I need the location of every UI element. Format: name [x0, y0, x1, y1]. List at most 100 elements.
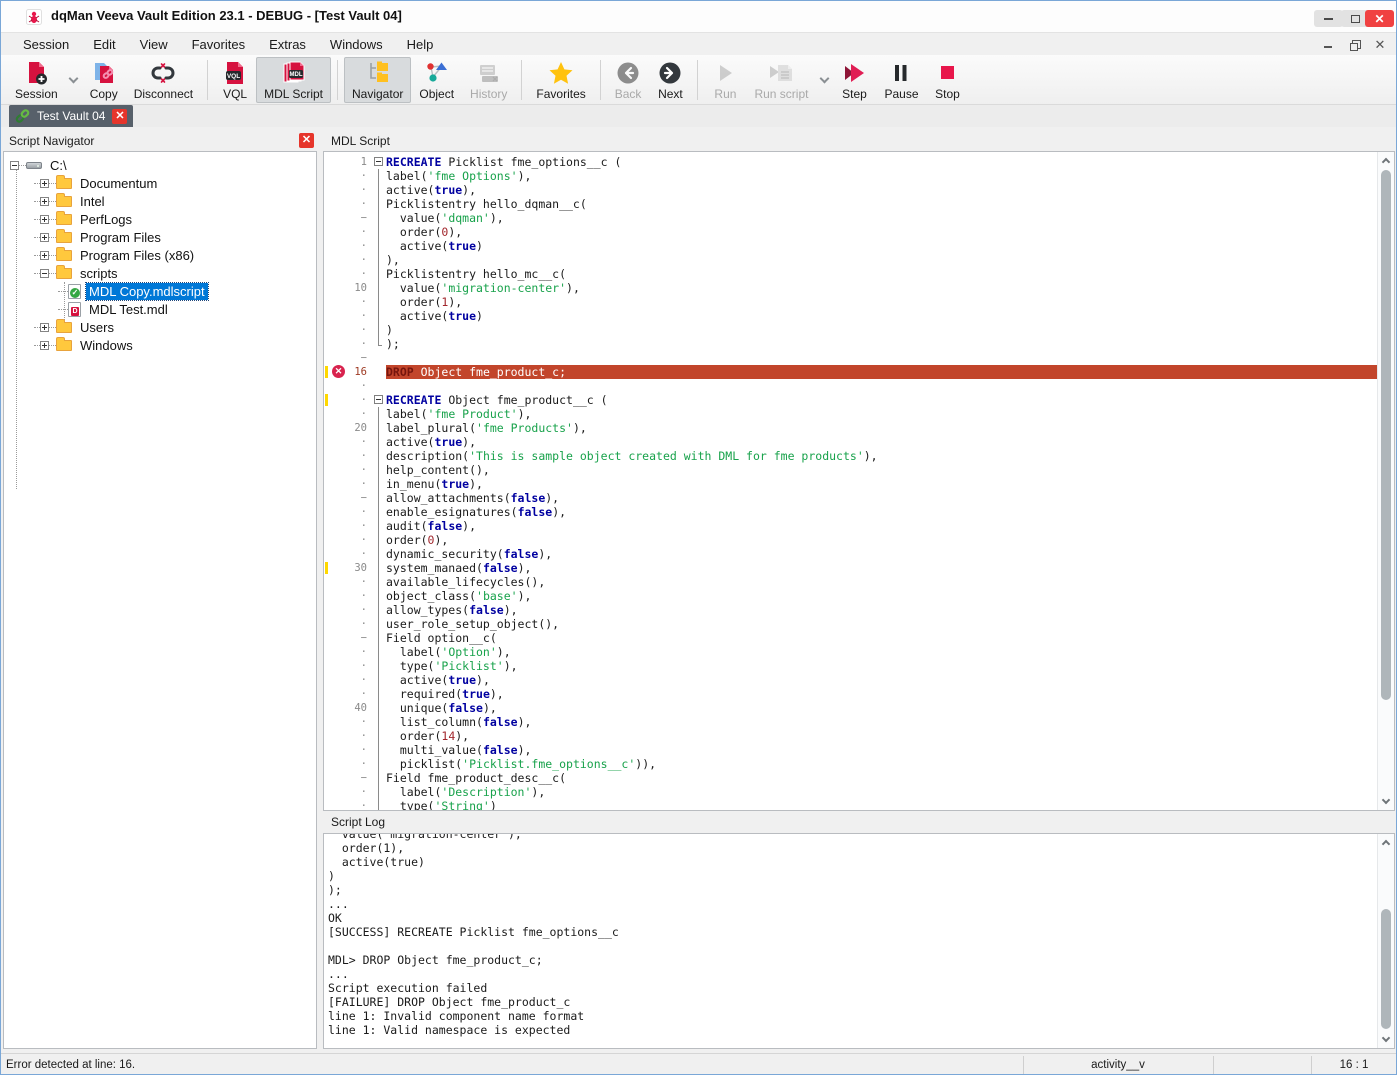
code-line[interactable]: · active(true)	[324, 239, 1377, 253]
code-line[interactable]: ·allow_types(false),	[324, 603, 1377, 617]
code-line[interactable]: · multi_value(false),	[324, 743, 1377, 757]
scroll-down-arrow[interactable]	[1378, 1032, 1394, 1047]
code-line[interactable]: ·Picklistentry hello_mc__c(	[324, 267, 1377, 281]
session-dropdown-button[interactable]	[66, 57, 82, 103]
fold-toggle[interactable]	[372, 393, 386, 407]
navigator-button[interactable]: Navigator	[344, 57, 411, 103]
tab-test-vault-04[interactable]: Test Vault 04 ✕	[9, 105, 133, 127]
code-line[interactable]: · required(true),	[324, 687, 1377, 701]
tree-item-c[interactable]: C:\	[4, 156, 316, 174]
error-code-line[interactable]: ✕16DROP Object fme_product_c;	[324, 365, 1377, 379]
object-button[interactable]: Object	[411, 57, 462, 103]
step-button[interactable]: Step	[832, 57, 876, 103]
mdi-close-button[interactable]: ✕	[1372, 37, 1388, 51]
scrollbar-thumb[interactable]	[1381, 170, 1391, 700]
expand-icon[interactable]	[40, 341, 49, 350]
log-vertical-scrollbar[interactable]	[1377, 834, 1394, 1048]
window-close-button[interactable]: ✕	[1365, 10, 1394, 27]
code-line[interactable]: ·user_role_setup_object(),	[324, 617, 1377, 631]
code-line[interactable]: · order(14),	[324, 729, 1377, 743]
window-minimize-button[interactable]	[1314, 10, 1343, 27]
code-line[interactable]: · type('String')	[324, 799, 1377, 811]
pause-button[interactable]: Pause	[876, 57, 926, 103]
expand-icon[interactable]	[40, 179, 49, 188]
script-log-panel[interactable]: value('migration-center'), order(1), act…	[323, 833, 1395, 1049]
code-line[interactable]: · type('Picklist'),	[324, 659, 1377, 673]
code-line[interactable]: 10 value('migration-center'),	[324, 281, 1377, 295]
code-line[interactable]: · active(true),	[324, 673, 1377, 687]
mdl-script-editor[interactable]: 1RECREATE Picklist fme_options__c (·labe…	[323, 151, 1395, 811]
fold-toggle[interactable]	[372, 155, 386, 169]
tree-item-program-files[interactable]: Program Files	[4, 228, 316, 246]
code-line[interactable]: ·);	[324, 337, 1377, 351]
code-line[interactable]: ·)	[324, 323, 1377, 337]
code-line[interactable]: −Field fme_product_desc__c(	[324, 771, 1377, 785]
code-line[interactable]: 1RECREATE Picklist fme_options__c (	[324, 155, 1377, 169]
tree-item-scripts[interactable]: scripts	[4, 264, 316, 282]
collapse-icon[interactable]	[10, 161, 19, 170]
code-line[interactable]: ·label('fme Options'),	[324, 169, 1377, 183]
tree-item-windows[interactable]: Windows	[4, 336, 316, 354]
code-line[interactable]: ·dynamic_security(false),	[324, 547, 1377, 561]
code-line[interactable]: −Field option__c(	[324, 631, 1377, 645]
tree-item-mdl-copy-mdlscript[interactable]: ✓MDL Copy.mdlscript	[4, 282, 316, 300]
code-line[interactable]: ·active(true),	[324, 183, 1377, 197]
scrollbar-thumb[interactable]	[1381, 909, 1391, 1029]
disconnect-button[interactable]: Disconnect	[126, 57, 201, 103]
editor-vertical-scrollbar[interactable]	[1377, 152, 1394, 810]
code-line[interactable]: ·description('This is sample object crea…	[324, 449, 1377, 463]
code-line[interactable]: · active(true)	[324, 309, 1377, 323]
code-line[interactable]: −allow_attachments(false),	[324, 491, 1377, 505]
expand-icon[interactable]	[40, 197, 49, 206]
code-line[interactable]: 40 unique(false),	[324, 701, 1377, 715]
code-line[interactable]: ·enable_esignatures(false),	[324, 505, 1377, 519]
scroll-down-arrow[interactable]	[1378, 794, 1394, 809]
code-line[interactable]: ·),	[324, 253, 1377, 267]
code-line[interactable]: 30system_manaed(false),	[324, 561, 1377, 575]
tree-item-mdl-test-mdl[interactable]: DMDL Test.mdl	[4, 300, 316, 318]
menu-favorites[interactable]: Favorites	[180, 35, 257, 54]
code-line[interactable]: 20label_plural('fme Products'),	[324, 421, 1377, 435]
scroll-up-arrow[interactable]	[1378, 153, 1394, 168]
expand-icon[interactable]	[40, 233, 49, 242]
code-line[interactable]: ·audit(false),	[324, 519, 1377, 533]
code-line[interactable]: · label('Option'),	[324, 645, 1377, 659]
code-line[interactable]: · label('Description'),	[324, 785, 1377, 799]
tab-close-button[interactable]: ✕	[112, 109, 127, 124]
code-line[interactable]: ·	[324, 379, 1377, 393]
scroll-up-arrow[interactable]	[1378, 835, 1394, 850]
code-line[interactable]: · order(0),	[324, 225, 1377, 239]
expand-icon[interactable]	[40, 251, 49, 260]
mdi-minimize-button[interactable]	[1320, 37, 1336, 51]
code-line[interactable]: ·help_content(),	[324, 463, 1377, 477]
code-line[interactable]: − value('dqman'),	[324, 211, 1377, 225]
favorites-button[interactable]: Favorites	[528, 57, 593, 103]
code-line[interactable]: ·order(0),	[324, 533, 1377, 547]
code-line[interactable]: −	[324, 351, 1377, 365]
code-line[interactable]: ·in_menu(true),	[324, 477, 1377, 491]
stop-button[interactable]: Stop	[927, 57, 969, 103]
code-line[interactable]: · picklist('Picklist.fme_options__c')),	[324, 757, 1377, 771]
menu-help[interactable]: Help	[395, 35, 446, 54]
menu-session[interactable]: Session	[11, 35, 81, 54]
code-line[interactable]: ·label('fme Product'),	[324, 407, 1377, 421]
code-line[interactable]: · order(1),	[324, 295, 1377, 309]
vql-button[interactable]: VQLVQL	[214, 57, 256, 103]
code-line[interactable]: · list_column(false),	[324, 715, 1377, 729]
collapse-fold-icon[interactable]	[374, 395, 383, 404]
tree-item-intel[interactable]: Intel	[4, 192, 316, 210]
menu-windows[interactable]: Windows	[318, 35, 395, 54]
code-line[interactable]: ·object_class('base'),	[324, 589, 1377, 603]
code-line[interactable]: ·available_lifecycles(),	[324, 575, 1377, 589]
code-line[interactable]: ·active(true),	[324, 435, 1377, 449]
code-line[interactable]: ·RECREATE Object fme_product__c (	[324, 393, 1377, 407]
mdl-script-button[interactable]: MDLMDL Script	[256, 57, 331, 103]
menu-view[interactable]: View	[128, 35, 180, 54]
expand-icon[interactable]	[40, 215, 49, 224]
collapse-fold-icon[interactable]	[374, 157, 383, 166]
menu-extras[interactable]: Extras	[257, 35, 318, 54]
code-line[interactable]: ·Picklistentry hello_dqman__c(	[324, 197, 1377, 211]
script-navigator-close-button[interactable]: ✕	[299, 133, 314, 148]
tree-item-program-files-x86[interactable]: Program Files (x86)	[4, 246, 316, 264]
tree-item-perflogs[interactable]: PerfLogs	[4, 210, 316, 228]
